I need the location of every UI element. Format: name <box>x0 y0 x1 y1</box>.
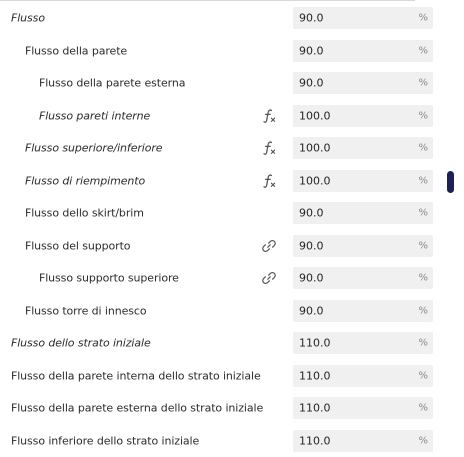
setting-value[interactable]: 110.0 <box>299 369 331 382</box>
unit-label: % <box>418 143 428 154</box>
setting-value[interactable]: 90.0 <box>299 12 324 25</box>
setting-value-field[interactable]: 110.0 % <box>293 332 433 354</box>
setting-value-field[interactable]: 100.0 % <box>293 137 433 159</box>
setting-label: Flusso dello skirt/brim <box>25 207 144 220</box>
setting-value-field[interactable]: 100.0 % <box>293 170 433 192</box>
setting-value-field[interactable]: 110.0 % <box>293 430 433 452</box>
setting-label: Flusso pareti interne <box>39 109 150 122</box>
setting-value[interactable]: 110.0 <box>299 434 331 447</box>
setting-row-flusso-del-supporto[interactable]: Flusso del supporto 90.0 % <box>0 230 440 263</box>
setting-value-field[interactable]: 110.0 % <box>293 397 433 419</box>
setting-value-field[interactable]: 90.0 % <box>293 267 433 289</box>
setting-row-flusso-pareti-interne[interactable]: Flusso pareti interne 100.0 % <box>0 100 440 133</box>
scrollbar-thumb[interactable] <box>447 171 454 193</box>
unit-label: % <box>418 13 428 24</box>
setting-value-field[interactable]: 110.0 % <box>293 365 433 387</box>
setting-value-field[interactable]: 90.0 % <box>293 7 433 29</box>
setting-row-flusso-parete-esterna[interactable]: Flusso della parete esterna 90.0 % <box>0 67 440 100</box>
unit-label: % <box>418 305 428 316</box>
setting-label: Flusso supporto superiore <box>39 272 179 285</box>
setting-label: Flusso della parete esterna <box>39 77 185 90</box>
setting-row-flusso-torre-di-innesco[interactable]: Flusso torre di innesco 90.0 % <box>0 295 440 328</box>
unit-label: % <box>418 273 428 284</box>
setting-value[interactable]: 100.0 <box>299 109 331 122</box>
setting-row-flusso-parete-interna-strato-iniziale[interactable]: Flusso della parete interna dello strato… <box>0 360 440 393</box>
setting-label: Flusso di riempimento <box>25 174 145 187</box>
setting-value[interactable]: 100.0 <box>299 142 331 155</box>
setting-row-flusso-superiore-inferiore[interactable]: Flusso superiore/inferiore 100.0 % <box>0 132 440 165</box>
setting-value[interactable]: 110.0 <box>299 402 331 415</box>
function-icon[interactable] <box>260 172 278 190</box>
unit-label: % <box>418 78 428 89</box>
setting-value[interactable]: 100.0 <box>299 174 331 187</box>
setting-row-flusso-skirt-brim[interactable]: Flusso dello skirt/brim 90.0 % <box>0 197 440 230</box>
unit-label: % <box>418 110 428 121</box>
setting-label: Flusso della parete interna dello strato… <box>11 369 261 382</box>
setting-value[interactable]: 90.0 <box>299 304 324 317</box>
unit-label: % <box>418 403 428 414</box>
setting-row-flusso-supporto-superiore[interactable]: Flusso supporto superiore 90.0 % <box>0 262 440 295</box>
unit-label: % <box>418 208 428 219</box>
setting-row-flusso-strato-iniziale[interactable]: Flusso dello strato iniziale 110.0 % <box>0 327 440 360</box>
setting-label: Flusso della parete <box>25 44 127 57</box>
setting-value-field[interactable]: 90.0 % <box>293 235 433 257</box>
setting-row-flusso-parete-esterna-strato-iniziale[interactable]: Flusso della parete esterna dello strato… <box>0 392 440 425</box>
setting-value-field[interactable]: 100.0 % <box>293 105 433 127</box>
scrollbar[interactable] <box>446 0 458 450</box>
unit-label: % <box>418 338 428 349</box>
setting-row-flusso-di-riempimento[interactable]: Flusso di riempimento 100.0 % <box>0 165 440 198</box>
setting-label: Flusso dello strato iniziale <box>11 337 151 350</box>
setting-value-field[interactable]: 90.0 % <box>293 72 433 94</box>
setting-value[interactable]: 110.0 <box>299 337 331 350</box>
setting-value-field[interactable]: 90.0 % <box>293 300 433 322</box>
unit-label: % <box>418 45 428 56</box>
function-icon[interactable] <box>260 107 278 125</box>
setting-value[interactable]: 90.0 <box>299 239 324 252</box>
top-divider <box>0 0 415 1</box>
setting-label: Flusso del supporto <box>25 239 130 252</box>
link-icon[interactable] <box>260 269 278 287</box>
setting-row-flusso-inferiore-strato-iniziale[interactable]: Flusso inferiore dello strato iniziale 1… <box>0 425 440 457</box>
setting-row-flusso[interactable]: Flusso 90.0 % <box>0 2 440 35</box>
setting-value[interactable]: 90.0 <box>299 77 324 90</box>
setting-label: Flusso <box>11 12 45 25</box>
setting-value[interactable]: 90.0 <box>299 272 324 285</box>
unit-label: % <box>418 435 428 446</box>
link-icon[interactable] <box>260 237 278 255</box>
unit-label: % <box>418 240 428 251</box>
setting-value-field[interactable]: 90.0 % <box>293 40 433 62</box>
setting-label: Flusso torre di innesco <box>25 304 146 317</box>
setting-value[interactable]: 90.0 <box>299 44 324 57</box>
setting-label: Flusso inferiore dello strato iniziale <box>11 434 199 447</box>
setting-row-flusso-della-parete[interactable]: Flusso della parete 90.0 % <box>0 35 440 68</box>
setting-label: Flusso superiore/inferiore <box>25 142 162 155</box>
setting-value[interactable]: 90.0 <box>299 207 324 220</box>
settings-list: Flusso 90.0 % Flusso della parete 90.0 %… <box>0 2 440 457</box>
function-icon[interactable] <box>260 139 278 157</box>
setting-value-field[interactable]: 90.0 % <box>293 202 433 224</box>
setting-label: Flusso della parete esterna dello strato… <box>11 402 263 415</box>
unit-label: % <box>418 370 428 381</box>
unit-label: % <box>418 175 428 186</box>
